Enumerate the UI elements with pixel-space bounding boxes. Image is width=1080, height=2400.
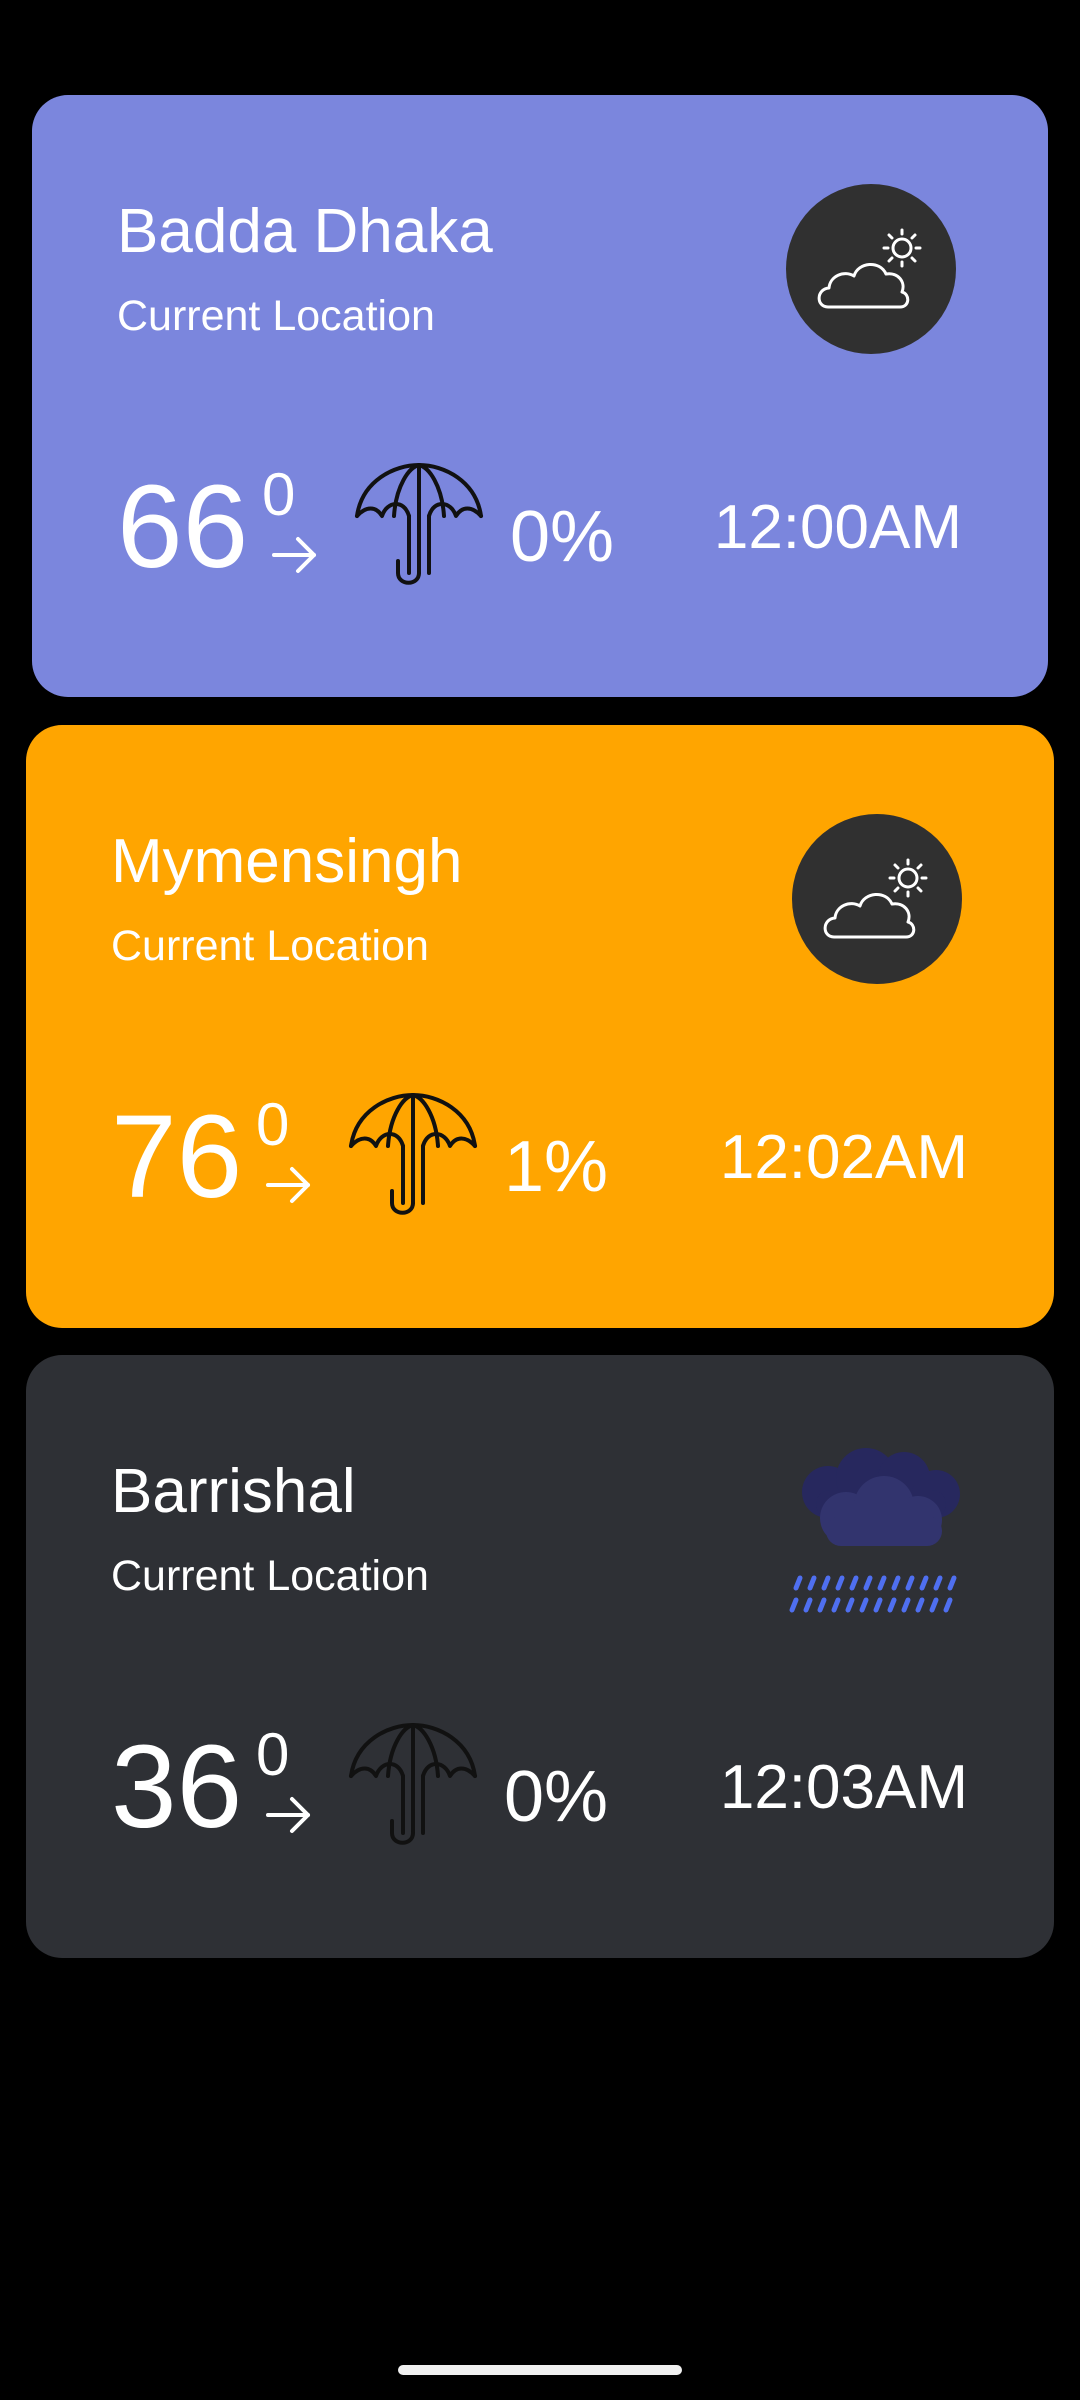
city-name: Badda Dhaka bbox=[117, 197, 493, 266]
partly-cloudy-icon bbox=[786, 184, 956, 354]
arrow-right-icon bbox=[264, 1793, 314, 1837]
precipitation-percent: 0% bbox=[504, 1757, 609, 1837]
city-name: Barrishal bbox=[111, 1457, 356, 1526]
degree-symbol: 0 bbox=[256, 1091, 290, 1158]
degree-symbol: 0 bbox=[262, 461, 296, 528]
temperature-value: 66 bbox=[117, 461, 249, 593]
temperature-value: 36 bbox=[111, 1721, 243, 1853]
time-label: 12:00AM bbox=[713, 493, 962, 562]
location-subtitle: Current Location bbox=[111, 1552, 429, 1600]
arrow-right-icon bbox=[264, 1163, 314, 1207]
weather-card-mymensingh[interactable]: Mymensingh Current Location 76 0 1% 12:0… bbox=[26, 725, 1054, 1328]
degree-symbol: 0 bbox=[256, 1721, 290, 1788]
rain-cloud-icon bbox=[786, 1440, 966, 1620]
precipitation-percent: 0% bbox=[510, 497, 615, 577]
partly-cloudy-icon bbox=[792, 814, 962, 984]
umbrella-icon bbox=[354, 461, 484, 591]
weather-card-badda-dhaka[interactable]: Badda Dhaka Current Location 66 0 0% 12:… bbox=[32, 95, 1048, 697]
umbrella-icon bbox=[348, 1721, 478, 1851]
time-label: 12:03AM bbox=[719, 1753, 968, 1822]
time-label: 12:02AM bbox=[719, 1123, 968, 1192]
home-indicator[interactable] bbox=[398, 2365, 682, 2375]
precipitation-percent: 1% bbox=[504, 1127, 609, 1207]
arrow-right-icon bbox=[270, 533, 320, 577]
weather-card-barrishal[interactable]: Barrishal Current Location 36 0 0% 12:03… bbox=[26, 1355, 1054, 1958]
temperature-value: 76 bbox=[111, 1091, 243, 1223]
umbrella-icon bbox=[348, 1091, 478, 1221]
location-subtitle: Current Location bbox=[111, 922, 429, 970]
location-subtitle: Current Location bbox=[117, 292, 435, 340]
city-name: Mymensingh bbox=[111, 827, 463, 896]
